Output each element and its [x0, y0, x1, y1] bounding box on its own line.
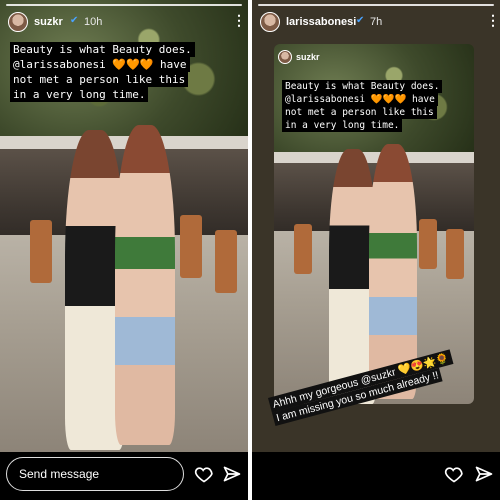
username[interactable]: larissabonesi [286, 16, 356, 28]
story-left[interactable]: suzkr ✔ 10h ⋮ Beauty is what Beauty does… [0, 0, 248, 500]
caption-line: Beauty is what Beauty does. [282, 80, 443, 93]
caption-line: @larissabonesi 🧡🧡🧡 have [10, 57, 190, 72]
story-caption: Beauty is what Beauty does. @larissabone… [282, 80, 443, 132]
caption-line: @larissabonesi 🧡🧡🧡 have [282, 93, 438, 106]
verified-icon: ✔ [356, 15, 365, 26]
post-time: 10h [84, 16, 103, 28]
caption-line: in a very long time. [282, 119, 403, 132]
heart-icon[interactable] [194, 464, 214, 484]
heart-icon[interactable] [444, 464, 464, 484]
avatar[interactable] [8, 12, 28, 32]
story-progress-bar [258, 4, 494, 6]
verified-icon: ✔ [70, 15, 79, 26]
caption-line: Beauty is what Beauty does. [10, 42, 195, 57]
avatar[interactable] [260, 12, 280, 32]
story-right[interactable]: larissabonesi ✔ 7h ⋮ suzkr Beauty is wha… [252, 0, 500, 500]
story-progress-bar [6, 4, 242, 6]
message-input[interactable]: Send message [6, 457, 184, 491]
caption-line: not met a person like this [10, 72, 189, 87]
caption-line: in a very long time. [10, 87, 149, 102]
send-icon[interactable] [474, 464, 494, 484]
username: suzkr [296, 52, 320, 62]
person-right [115, 125, 175, 445]
caption-line: not met a person like this [282, 106, 437, 119]
more-options-icon[interactable]: ⋮ [232, 12, 246, 29]
send-icon[interactable] [222, 464, 242, 484]
avatar [278, 50, 292, 64]
post-time: 7h [370, 16, 383, 28]
message-placeholder: Send message [19, 467, 100, 481]
username[interactable]: suzkr [34, 16, 63, 28]
more-options-icon[interactable]: ⋮ [486, 12, 500, 29]
story-caption: Beauty is what Beauty does. @larissabone… [10, 42, 195, 102]
